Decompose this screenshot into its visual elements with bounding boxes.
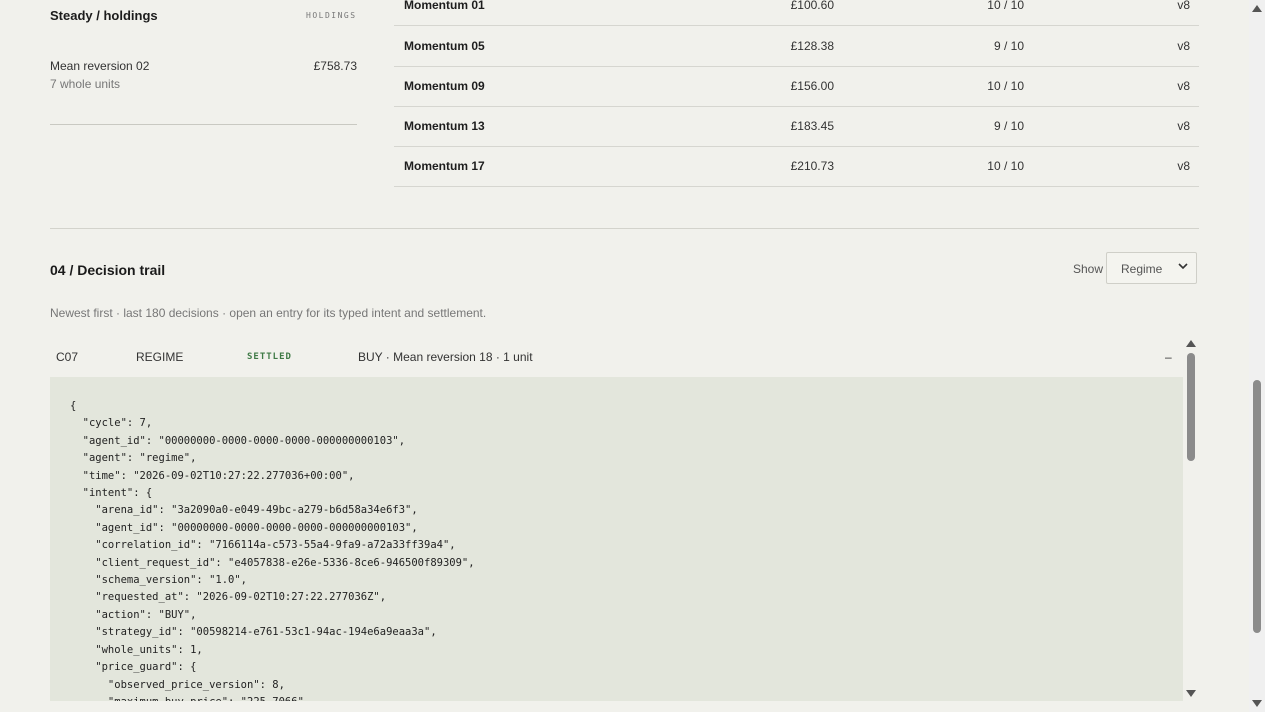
strategy-price: £156.00 (790, 79, 834, 93)
strategy-name: Momentum 13 (404, 119, 485, 133)
entry-cycle: C07 (56, 350, 79, 364)
holding-units: 7 whole units (50, 77, 121, 91)
strategy-version: v8 (1177, 119, 1190, 133)
table-row[interactable]: Momentum 09 £156.00 10 / 10 v8 (394, 66, 1199, 107)
table-row[interactable]: Momentum 13 £183.45 9 / 10 v8 (394, 106, 1199, 147)
scroll-down-icon[interactable] (1252, 700, 1262, 707)
agent-filter-select[interactable]: Regime (1106, 252, 1197, 284)
holdings-divider (50, 124, 357, 125)
collapse-toggle[interactable]: – (1165, 350, 1172, 364)
strategy-name: Momentum 09 (404, 79, 485, 93)
strategy-name: Momentum 17 (404, 159, 485, 173)
trail-subtitle: Newest first · last 180 decisions · open… (50, 306, 487, 320)
entry-agent: REGIME (136, 350, 184, 364)
holdings-title: Steady / holdings (50, 8, 158, 23)
entry-scrollbar[interactable] (1184, 338, 1199, 700)
strategy-version: v8 (1177, 0, 1190, 12)
scroll-up-icon[interactable] (1252, 5, 1262, 12)
scroll-up-icon[interactable] (1186, 340, 1196, 347)
scroll-thumb[interactable] (1187, 353, 1195, 461)
strategy-version: v8 (1177, 79, 1190, 93)
status-badge: SETTLED (247, 352, 292, 362)
section-divider (50, 228, 1199, 229)
strategy-price: £210.73 (790, 159, 834, 173)
chevron-down-icon (1178, 263, 1188, 270)
section-title: 04 / Decision trail (50, 262, 166, 278)
holding-value: £758.73 (313, 59, 357, 73)
decision-entry-header[interactable]: C07 REGIME SETTLED BUY · Mean reversion … (50, 338, 1183, 376)
table-row[interactable]: Momentum 17 £210.73 10 / 10 v8 (394, 146, 1199, 187)
intent-json-panel: { "cycle": 7, "agent_id": "00000000-0000… (50, 377, 1183, 701)
strategy-score: 9 / 10 (993, 39, 1024, 53)
strategy-version: v8 (1177, 159, 1190, 173)
entry-summary: BUY · Mean reversion 18 · 1 unit (358, 350, 533, 364)
strategy-score: 10 / 10 (987, 159, 1024, 173)
page-scrollbar[interactable] (1249, 0, 1265, 712)
strategy-name: Momentum 01 (404, 0, 485, 12)
intent-json: { "cycle": 7, "agent_id": "00000000-0000… (70, 400, 475, 701)
holding-name: Mean reversion 02 (50, 59, 150, 73)
table-row[interactable]: Momentum 01 £100.60 10 / 10 v8 (394, 0, 1199, 26)
strategy-price: £183.45 (790, 119, 834, 133)
strategy-price: £128.38 (790, 39, 834, 53)
table-row[interactable]: Momentum 05 £128.38 9 / 10 v8 (394, 26, 1199, 67)
agent-filter-value: Regime (1121, 262, 1163, 276)
strategy-version: v8 (1177, 39, 1190, 53)
strategy-name: Momentum 05 (404, 39, 485, 53)
holdings-tag: HOLDINGS (306, 11, 357, 20)
show-label: Show (1073, 262, 1104, 276)
scroll-down-icon[interactable] (1186, 690, 1196, 697)
strategy-score: 10 / 10 (987, 0, 1024, 12)
scroll-thumb[interactable] (1253, 380, 1261, 633)
strategy-price: £100.60 (790, 0, 834, 12)
strategy-score: 10 / 10 (987, 79, 1024, 93)
strategy-score: 9 / 10 (993, 119, 1024, 133)
